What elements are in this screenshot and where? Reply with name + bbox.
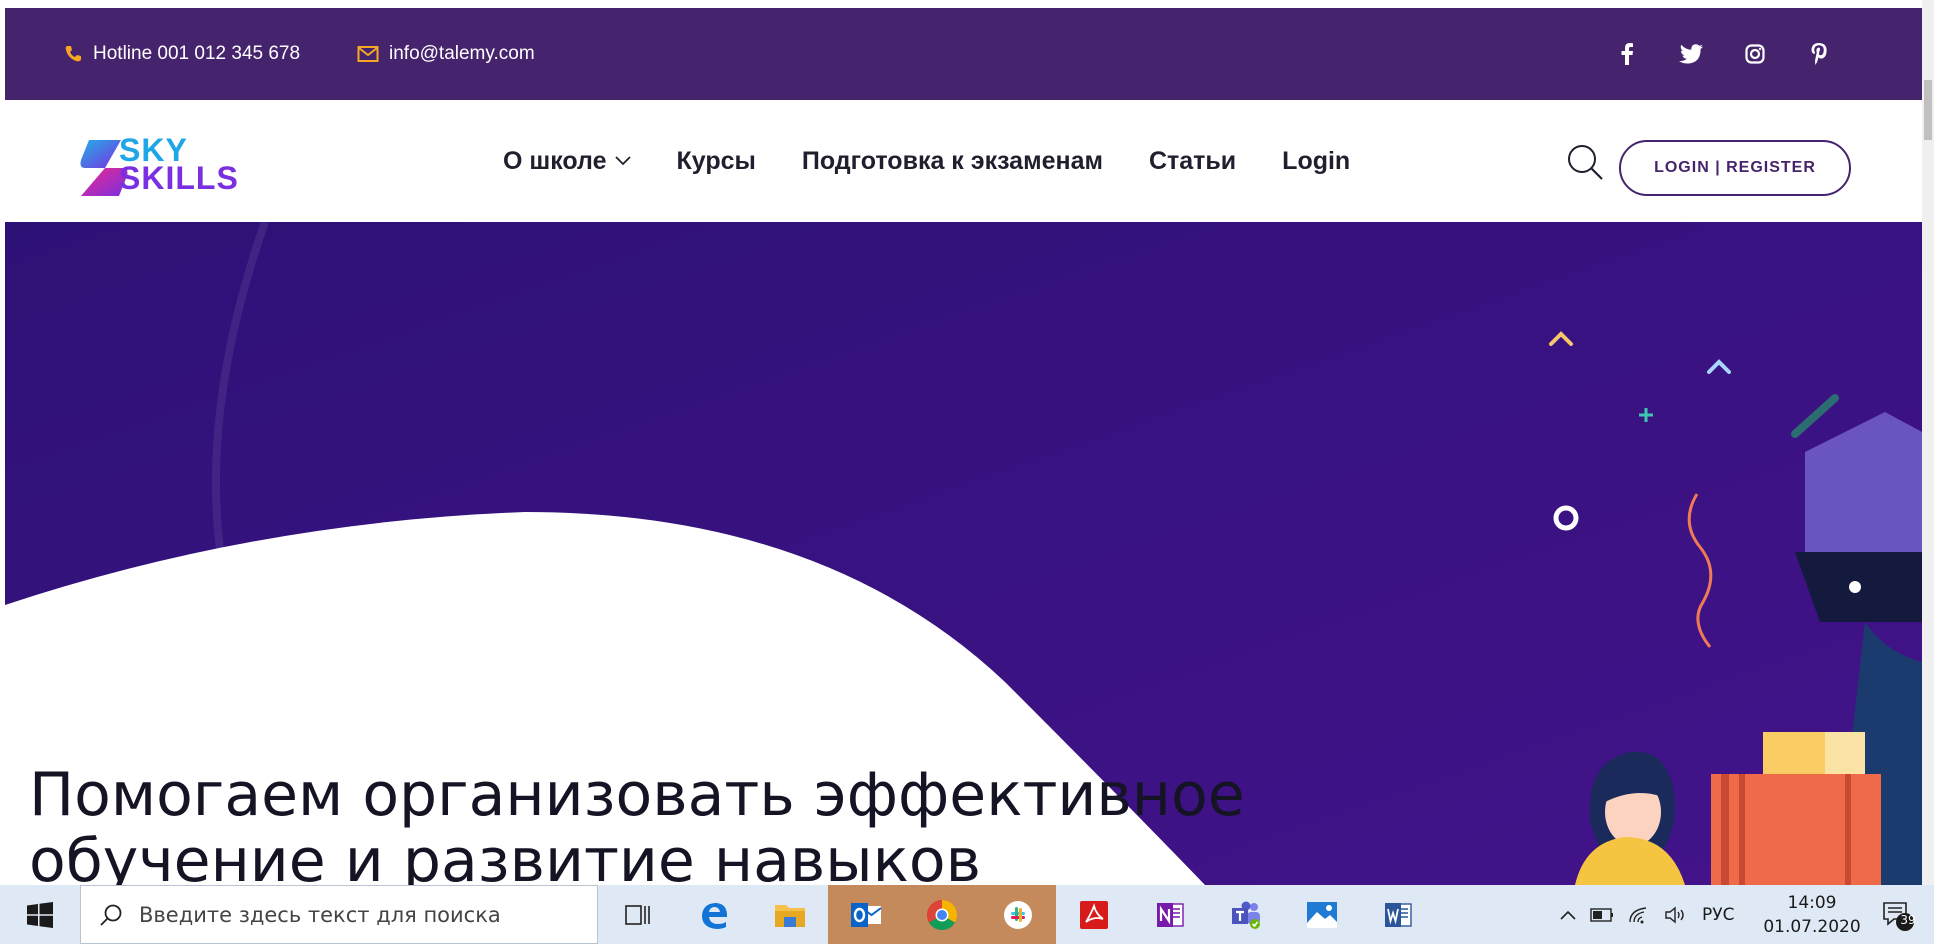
word-icon[interactable] [1360, 885, 1436, 944]
clock-time: 14:09 [1787, 893, 1837, 913]
social-links [1614, 8, 1832, 100]
nav-item-login[interactable]: Login [1282, 147, 1350, 176]
envelope-icon [357, 46, 379, 62]
outlook-icon[interactable] [828, 885, 904, 944]
language-indicator[interactable]: РУС [1702, 905, 1734, 925]
hero-section: Помогаем организовать эффективное обучен… [5, 222, 1922, 885]
slack-icon[interactable] [980, 885, 1056, 944]
hero-headline-line1: Помогаем организовать эффективное [29, 760, 1245, 830]
hotline-text: Hotline 001 012 345 678 [93, 43, 301, 64]
taskbar-apps [600, 885, 1436, 944]
chrome-icon[interactable] [904, 885, 980, 944]
file-explorer-icon[interactable] [752, 885, 828, 944]
pinterest-icon[interactable] [1806, 41, 1832, 67]
windows-taskbar: РУС 14:09 01.07.2020 39 [0, 885, 1934, 944]
chevron-down-icon [614, 156, 631, 166]
chevron-up-icon[interactable] [1560, 910, 1576, 920]
notification-count: 39 [1900, 913, 1916, 927]
acrobat-icon[interactable] [1056, 885, 1132, 944]
email-text: info@talemy.com [389, 43, 535, 64]
main-header: SKY SKILLS О школе Курсы Подготовка к эк… [5, 100, 1922, 222]
top-bar: Hotline 001 012 345 678 info@talemy.com [5, 8, 1922, 100]
nav-item-label: Статьи [1148, 146, 1237, 175]
taskbar-search-box[interactable] [80, 885, 598, 944]
scrollbar-thumb[interactable] [1924, 80, 1932, 140]
taskbar-clock[interactable]: 14:09 01.07.2020 [1762, 891, 1862, 939]
system-tray: РУС [1560, 885, 1734, 944]
site-logo[interactable]: SKY SKILLS [79, 132, 259, 198]
email-link[interactable]: info@talemy.com [357, 8, 535, 100]
search-icon[interactable] [1565, 142, 1605, 182]
nav-item-courses[interactable]: Курсы [677, 147, 756, 176]
nav-item-label: Курсы [676, 146, 756, 175]
nav-item-label: О школе [503, 146, 607, 175]
hotline[interactable]: Hotline 001 012 345 678 [63, 8, 300, 100]
logo-text-skills: SKILLS [119, 160, 239, 196]
nav-item-about[interactable]: О школе [503, 147, 631, 176]
windows-logo-icon [27, 901, 53, 928]
facebook-icon[interactable] [1614, 41, 1640, 67]
wifi-icon[interactable] [1628, 906, 1650, 924]
photos-icon[interactable] [1284, 885, 1360, 944]
phone-icon [65, 46, 81, 62]
clock-date: 01.07.2020 [1763, 917, 1861, 937]
search-icon [100, 904, 122, 926]
taskbar-search-input[interactable] [137, 901, 581, 928]
battery-icon[interactable] [1590, 907, 1614, 922]
edge-icon[interactable] [676, 885, 752, 944]
task-view-icon[interactable] [600, 885, 676, 944]
page-scrollbar[interactable] [1922, 0, 1934, 885]
hero-headline: Помогаем организовать эффективное обучен… [29, 762, 1245, 885]
login-register-button[interactable]: LOGIN | REGISTER [1619, 140, 1851, 196]
start-button[interactable] [0, 885, 80, 944]
action-center-button[interactable]: 39 [1880, 897, 1920, 937]
speaker-icon[interactable] [1664, 906, 1688, 924]
hero-headline-line2: обучение и развитие навыков [29, 826, 981, 885]
teams-icon[interactable] [1208, 885, 1284, 944]
twitter-icon[interactable] [1678, 41, 1704, 67]
nav-item-label: Login [1282, 146, 1351, 175]
main-nav: О школе Курсы Подготовка к экзаменам Ста… [503, 100, 1396, 222]
nav-item-exam-prep[interactable]: Подготовка к экзаменам [802, 147, 1103, 176]
nav-item-label: Подготовка к экзаменам [801, 146, 1103, 175]
browser-viewport: Hotline 001 012 345 678 info@talemy.com [5, 8, 1922, 885]
instagram-icon[interactable] [1742, 41, 1768, 67]
onenote-icon[interactable] [1132, 885, 1208, 944]
nav-item-articles[interactable]: Статьи [1149, 147, 1236, 176]
